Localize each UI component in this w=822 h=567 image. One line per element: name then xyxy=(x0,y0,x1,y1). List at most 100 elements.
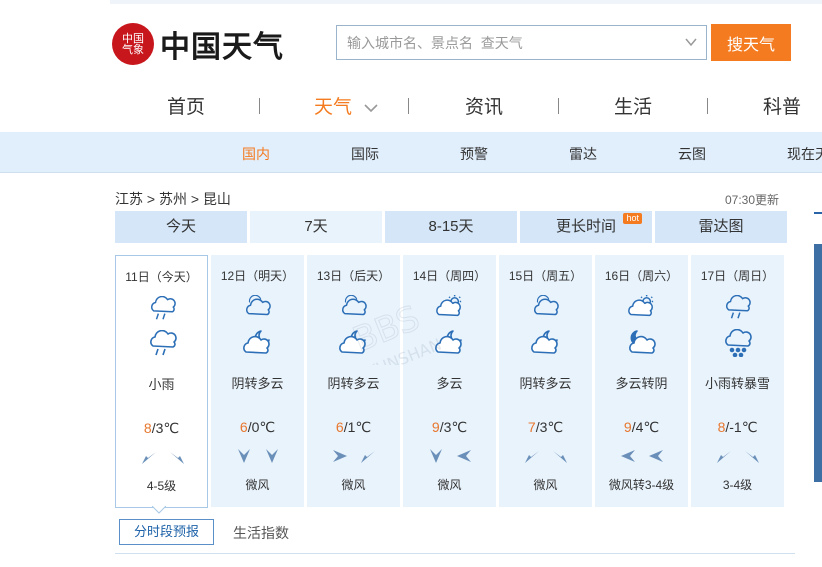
forecast-temperature: 8/3℃ xyxy=(116,420,207,437)
temp-high: 6 xyxy=(335,419,344,435)
wind-icons xyxy=(525,451,567,463)
partly-cloudy-night-icon xyxy=(243,330,270,354)
chevron-down-icon[interactable] xyxy=(684,35,698,49)
tab-longer[interactable]: 更长时间 hot xyxy=(520,211,652,243)
forecast-date: 11日（今天） xyxy=(125,270,198,284)
side-banner-cap xyxy=(814,212,822,244)
nav-divider xyxy=(408,98,409,114)
sub-nav-cloud-map[interactable]: 云图 xyxy=(678,144,706,164)
forecast-tabs: 今天 7天 8-15天 更长时间 hot 雷达图 xyxy=(115,211,787,243)
wind-icons xyxy=(430,449,471,463)
nav-item-life[interactable]: 生活 xyxy=(614,92,652,119)
site-header: 中国气象 中国天气 搜天气 首页 天气 资讯 生活 科普 xyxy=(0,0,822,132)
tab-radar-map[interactable]: 雷达图 xyxy=(655,211,787,243)
forecast-day-card[interactable]: 14日（周四） 多云 9/3℃ 微风 xyxy=(403,255,496,507)
logo-title: 中国天气 xyxy=(160,30,284,65)
wind-direction-icon xyxy=(649,450,663,462)
sub-nav: 国内 国际 预警 雷达 云图 现在天 xyxy=(0,132,822,173)
wind-direction-icon xyxy=(621,450,635,462)
tab-hourly-forecast[interactable]: 分时段预报 xyxy=(119,519,214,545)
overcast-night-icon xyxy=(629,330,656,354)
forecast-day-card[interactable]: 13日（后天） 阴转多云 6/1℃ 微风 xyxy=(307,255,400,507)
nav-item-home[interactable]: 首页 xyxy=(167,92,205,119)
side-banner[interactable] xyxy=(814,212,822,482)
tab-today[interactable]: 今天 xyxy=(115,211,247,243)
temp-high: 6 xyxy=(239,419,248,435)
sub-nav-international[interactable]: 国际 xyxy=(351,144,379,164)
temp-high: 7 xyxy=(527,419,536,435)
forecast-condition: 小雨转暴雪 xyxy=(704,376,770,391)
temp-low: 1℃ xyxy=(347,419,372,435)
nav-divider xyxy=(558,98,559,114)
temp-low: -1℃ xyxy=(729,419,758,435)
temp-low: 3℃ xyxy=(155,420,180,436)
forecast-date: 14日（周四） xyxy=(412,269,487,283)
wind-direction-icon xyxy=(553,451,567,463)
tab-7-days[interactable]: 7天 xyxy=(250,211,382,243)
cloudy-icon xyxy=(246,295,271,316)
temp-high: 8 xyxy=(143,420,152,436)
site-logo[interactable]: 中国气象 中国天气 xyxy=(112,22,284,66)
forecast-day-card[interactable]: 12日（明天） 阴转多云 6/0℃ 微风 xyxy=(211,255,304,507)
wind-level: 3-4级 xyxy=(722,478,753,492)
wind-direction-icon xyxy=(142,452,156,464)
wind-direction-icon xyxy=(266,449,278,463)
wind-level: 微风 xyxy=(437,478,462,492)
temp-high: 9 xyxy=(431,419,440,435)
sub-nav-live[interactable]: 现在天 xyxy=(787,144,822,164)
cloudy-icon xyxy=(534,295,559,316)
light-rain-icon xyxy=(150,330,177,356)
partly-cloudy-night-icon xyxy=(435,330,462,354)
wind-icons xyxy=(621,450,663,462)
light-rain-icon xyxy=(151,296,176,320)
wind-level: 微风 xyxy=(341,478,366,492)
chevron-down-icon xyxy=(364,104,378,113)
temp-high: 9 xyxy=(623,419,632,435)
tab-longer-label: 更长时间 xyxy=(555,218,616,235)
forecast-day-card[interactable]: 15日（周五） 阴转多云 7/3℃ 微风 xyxy=(499,255,592,507)
light-rain-icon xyxy=(726,295,751,319)
hot-badge: hot xyxy=(623,213,642,224)
wind-direction-icon xyxy=(430,449,442,463)
forecast-temperature: 7/3℃ xyxy=(499,419,592,436)
wind-direction-icon xyxy=(525,451,539,463)
sub-nav-radar[interactable]: 雷达 xyxy=(569,144,597,164)
forecast-day-card[interactable]: 17日（周日） 小雨转暴雪 8/-1℃ 3-4级 xyxy=(691,255,784,507)
wind-level: 4-5级 xyxy=(146,479,177,493)
partly-cloudy-day-icon xyxy=(628,295,654,317)
forecast-condition: 阴转多云 xyxy=(519,376,572,391)
sub-nav-domestic[interactable]: 国内 xyxy=(242,144,270,164)
temp-low: 3℃ xyxy=(443,419,468,435)
forecast-date: 12日（明天） xyxy=(220,269,295,283)
blizzard-icon xyxy=(725,329,752,357)
forecast-condition: 阴转多云 xyxy=(231,376,284,391)
forecast-date: 16日（周六） xyxy=(604,269,679,283)
wind-level: 微风 xyxy=(533,478,558,492)
bottom-tabs: 分时段预报 生活指数 xyxy=(115,518,795,554)
search-button[interactable]: 搜天气 xyxy=(711,24,791,61)
forecast-day-card[interactable]: 16日（周六） 多云转阴 9/4℃ 微风转3-4级 xyxy=(595,255,688,507)
nav-item-news[interactable]: 资讯 xyxy=(465,92,503,119)
breadcrumb[interactable]: 江苏 > 苏州 > 昆山 xyxy=(115,189,231,209)
forecast-condition: 多云转阴 xyxy=(615,376,668,391)
wind-direction-icon xyxy=(717,451,731,463)
nav-item-science[interactable]: 科普 xyxy=(763,92,801,119)
forecast-condition: 阴转多云 xyxy=(327,376,380,391)
top-border xyxy=(110,0,822,4)
nav-divider xyxy=(259,98,260,114)
tab-8-15-days[interactable]: 8-15天 xyxy=(385,211,517,243)
tab-life-index[interactable]: 生活指数 xyxy=(233,523,289,543)
forecast-temperature: 6/0℃ xyxy=(211,419,304,436)
search-input[interactable] xyxy=(337,26,677,59)
temp-low: 0℃ xyxy=(251,419,276,435)
wind-icons xyxy=(333,450,375,463)
forecast-day-card[interactable]: 11日（今天） 小雨 8/3℃ 4-5级 xyxy=(115,255,208,508)
forecast-date: 15日（周五） xyxy=(508,269,583,283)
wind-direction-icon xyxy=(745,451,759,463)
wind-icons xyxy=(142,452,184,464)
nav-item-weather[interactable]: 天气 xyxy=(314,92,379,119)
forecast-condition: 多云 xyxy=(436,376,463,391)
wind-direction-icon xyxy=(333,450,347,462)
sub-nav-warning[interactable]: 预警 xyxy=(460,144,488,164)
partly-cloudy-night-icon xyxy=(531,330,558,354)
